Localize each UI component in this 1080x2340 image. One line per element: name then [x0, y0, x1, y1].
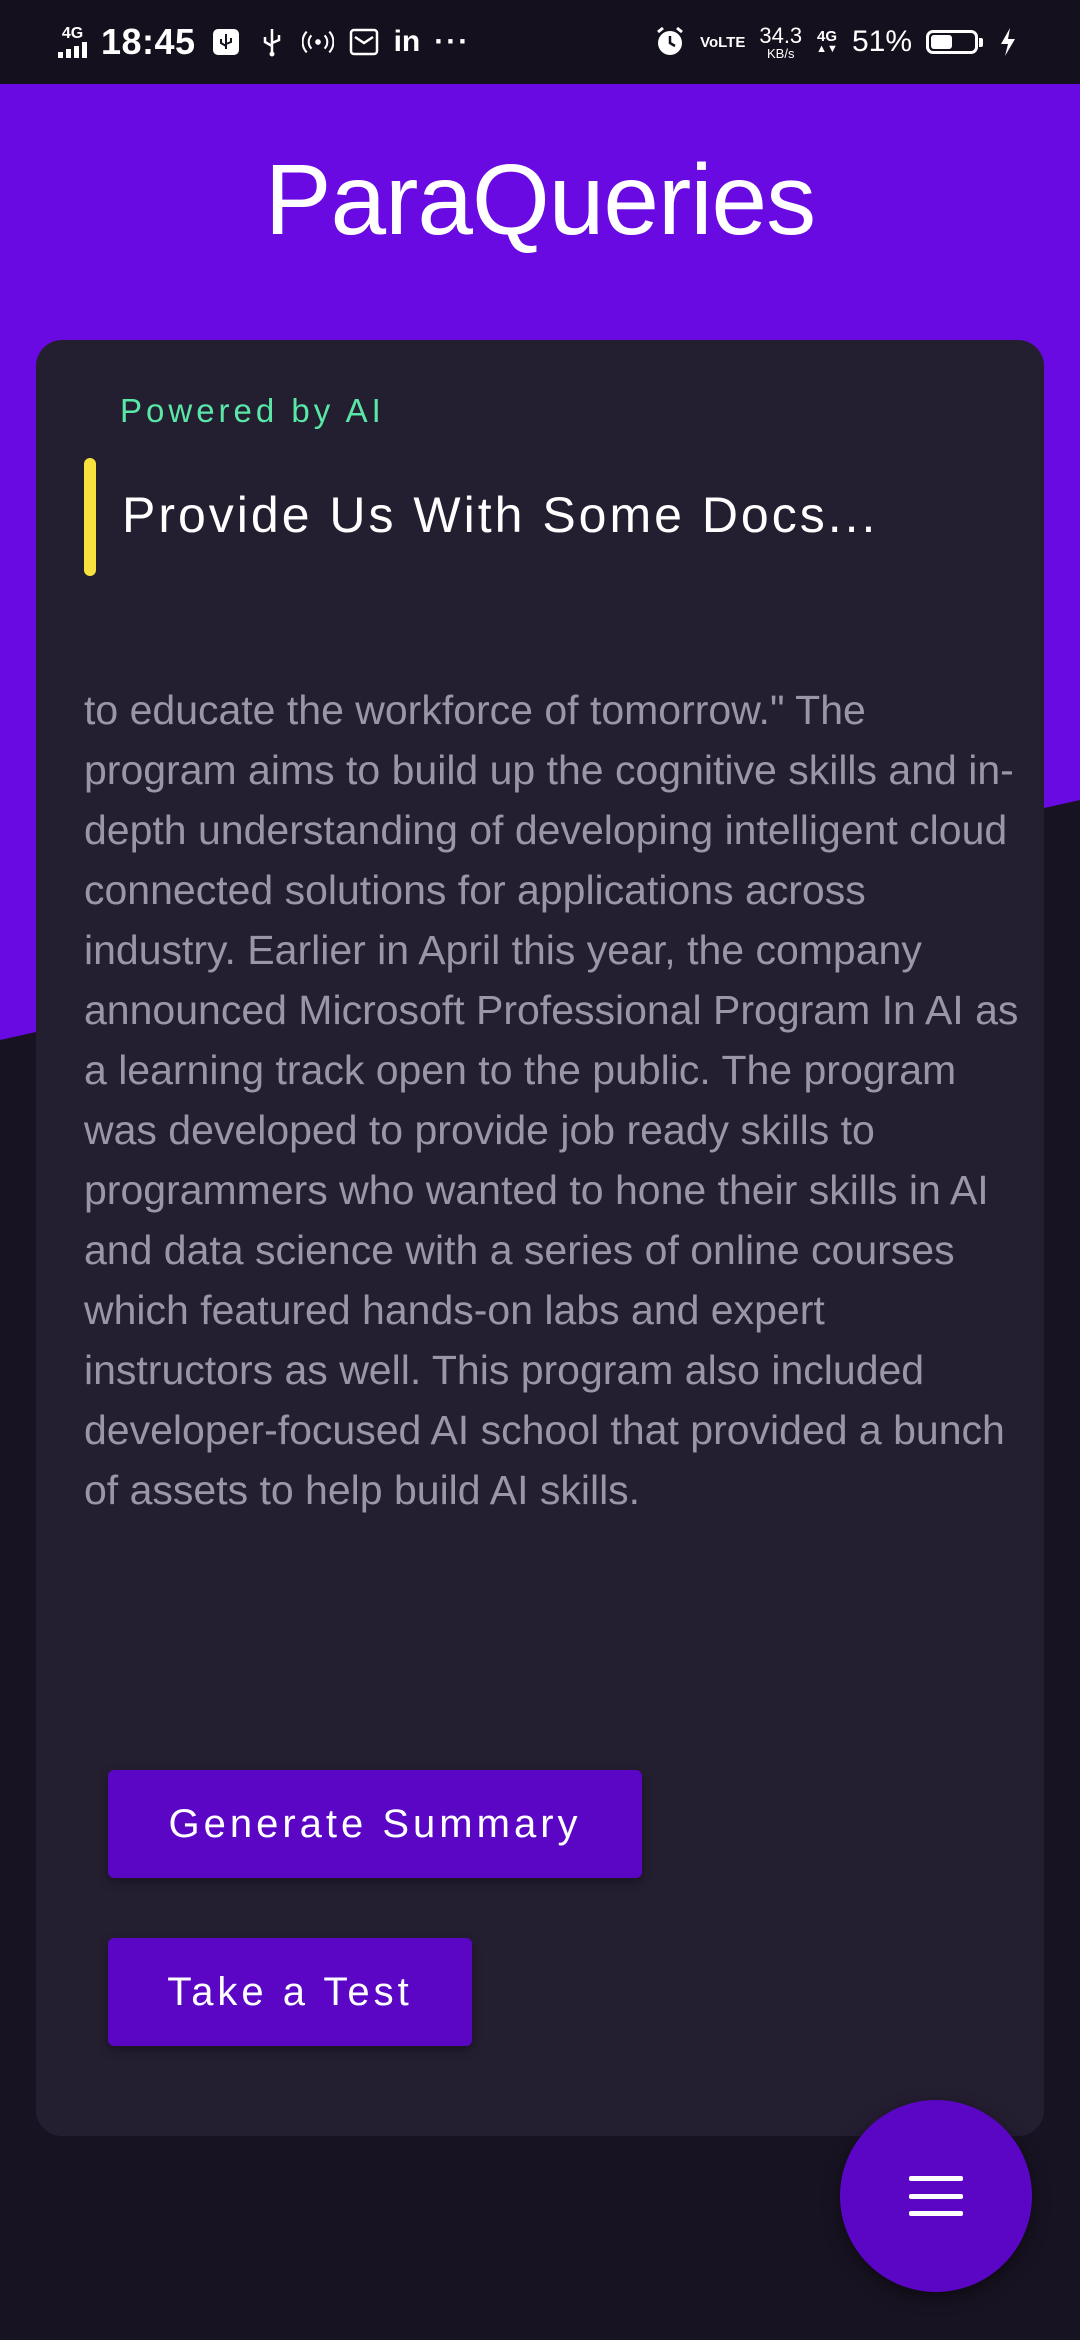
usb-icon: [210, 26, 242, 58]
speed-unit: KB/s: [767, 45, 795, 61]
data-arrows-icon: 4G ▲▼: [816, 28, 838, 55]
menu-fab-button[interactable]: [840, 2100, 1032, 2292]
menu-icon: [909, 2176, 963, 2216]
heading-accent-bar: [84, 458, 96, 576]
powered-by-label: Powered by AI: [120, 392, 385, 429]
status-bar-right: VoLTE 34.3 KB/s 4G ▲▼ 51%: [654, 0, 1024, 84]
charging-icon: [992, 26, 1024, 58]
status-time: 18:45: [101, 21, 196, 62]
network-speed: 34.3 KB/s: [759, 22, 803, 61]
linkedin-icon: in: [393, 25, 421, 58]
document-text[interactable]: to educate the workforce of tomorrow." T…: [84, 680, 1019, 1520]
speed-value: 34.3: [759, 22, 803, 48]
usb-connection-icon: [256, 26, 288, 58]
status-bar-left: 4G 18:45 in ···: [58, 0, 470, 84]
generate-summary-button[interactable]: Generate Summary: [108, 1770, 642, 1878]
network-type: 4G: [61, 25, 84, 42]
mail-icon: [348, 26, 380, 58]
document-card: Powered by AI Provide Us With Some Docs.…: [36, 340, 1044, 2136]
volte-icon: VoLTE: [700, 33, 746, 51]
alarm-icon: [654, 26, 686, 58]
status-bar: 4G 18:45 in ··· VoLTE 34.3 KB/s 4G ▲▼ 51…: [0, 0, 1080, 84]
battery-percent: 51%: [851, 25, 912, 58]
battery-icon: [926, 30, 983, 54]
app-title: ParaQueries: [264, 144, 816, 256]
signal-icon: 4G: [58, 26, 87, 58]
hotspot-icon: [301, 26, 334, 58]
more-notifications-icon: ···: [434, 25, 471, 58]
card-heading: Provide Us With Some Docs...: [122, 487, 879, 543]
battery-level-fill: [931, 35, 953, 49]
take-test-button[interactable]: Take a Test: [108, 1938, 472, 2046]
